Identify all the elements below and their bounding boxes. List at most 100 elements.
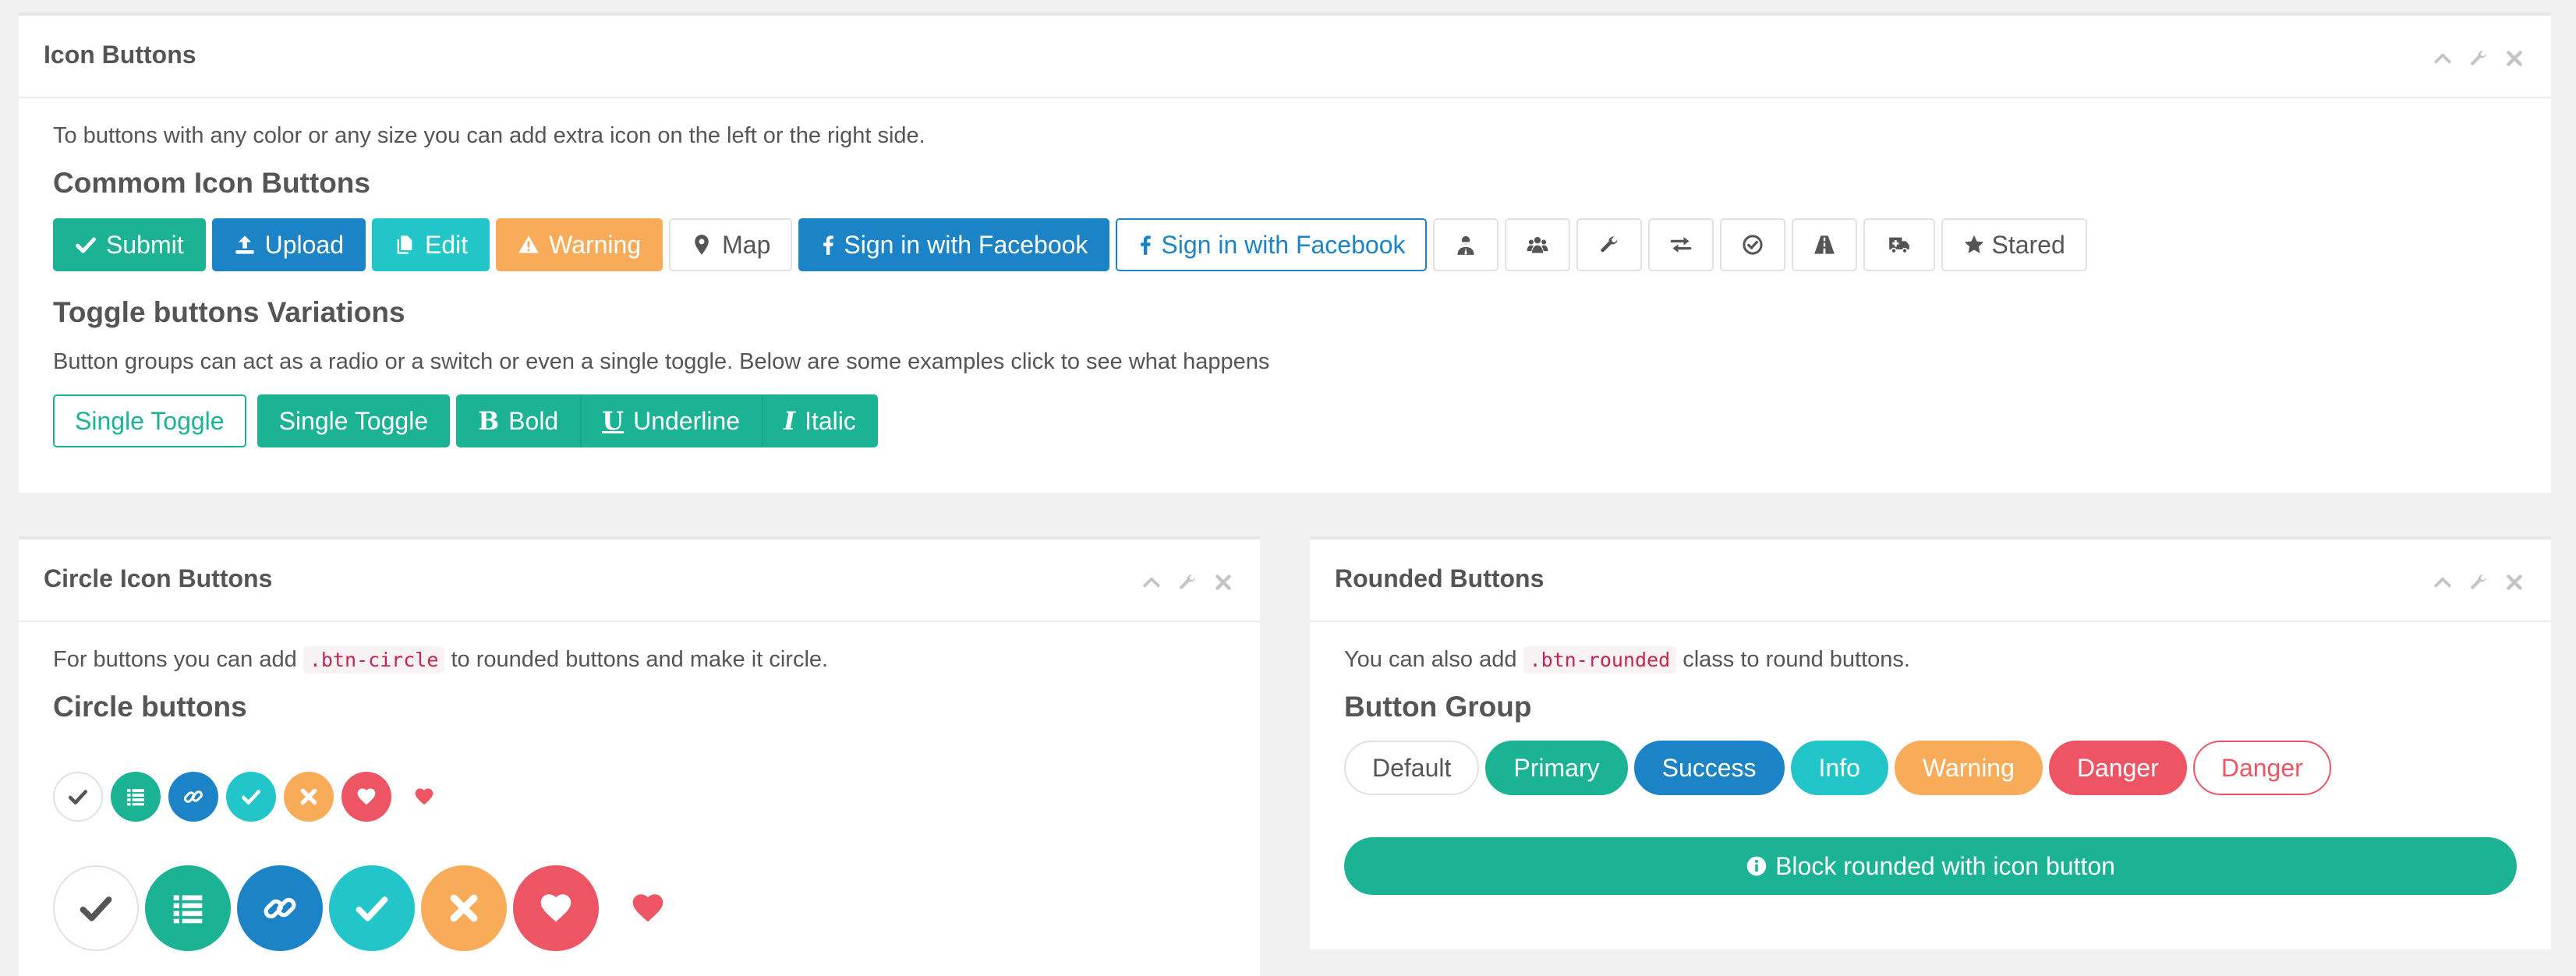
check-icon (241, 787, 261, 807)
panel-title: Circle Icon Buttons (44, 564, 273, 592)
circle-check-info-button[interactable] (226, 772, 276, 822)
warning-button[interactable]: Warning (496, 218, 663, 271)
collapse-chevron-up-icon[interactable] (2431, 47, 2454, 70)
stared-label: Stared (1991, 230, 2065, 259)
collapse-chevron-up-icon[interactable] (2431, 571, 2454, 594)
wrench-icon (1598, 234, 1620, 256)
icon-buttons-row: Submit Upload Edit Warning Map Sign in w… (53, 218, 2517, 271)
collapse-chevron-up-icon[interactable] (1140, 571, 1163, 594)
close-icon[interactable] (1212, 571, 1235, 594)
rounded-buttons-panel: Rounded Buttons You can also add .btn-ro… (1310, 536, 2551, 949)
circle-heart-button-large[interactable] (513, 865, 599, 951)
close-icon[interactable] (2503, 47, 2526, 70)
check-circle-button[interactable] (1720, 218, 1786, 271)
circle-heart-outline-button[interactable] (399, 772, 449, 822)
small-circle-buttons-row (53, 772, 1226, 822)
desc-before: For buttons you can add (53, 647, 297, 672)
single-toggle-label: Single Toggle (75, 406, 225, 435)
block-rounded-icon-button[interactable]: Block rounded with icon button (1344, 837, 2517, 895)
circle-check-info-button-large[interactable] (329, 865, 415, 951)
times-icon (299, 787, 319, 807)
panel-header: Circle Icon Buttons (19, 539, 1260, 622)
default-rounded-button[interactable]: Default (1344, 741, 1480, 795)
italic-button[interactable]: I Italic (762, 394, 878, 447)
circle-link-button[interactable] (168, 772, 218, 822)
upload-label: Upload (264, 230, 344, 259)
copy-icon (394, 234, 416, 256)
submit-button[interactable]: Submit (53, 218, 206, 271)
exchange-button[interactable] (1648, 218, 1714, 271)
user-secret-button[interactable] (1433, 218, 1499, 271)
panel-title: Icon Buttons (44, 41, 196, 69)
settings-wrench-icon[interactable] (2467, 47, 2490, 70)
common-icon-buttons-heading: Commom Icon Buttons (53, 167, 370, 199)
info-rounded-button[interactable]: Info (1790, 741, 1888, 795)
map-marker-icon (691, 234, 713, 256)
ambulance-icon (1888, 234, 1910, 256)
description: You can also add .btn-rounded class to r… (1344, 646, 2517, 674)
circle-icon-buttons-panel: Circle Icon Buttons For buttons you can … (19, 536, 1260, 976)
map-button[interactable]: Map (669, 218, 793, 271)
submit-label: Submit (106, 230, 184, 259)
toggle-buttons-row: Single Toggle Single Toggle B Bold U Under… (53, 394, 2517, 447)
circle-heart-outline-button-large[interactable] (605, 865, 691, 951)
underline-button[interactable]: U Underline (580, 394, 763, 447)
danger-rounded-button[interactable]: Danger (2048, 741, 2187, 795)
edit-label: Edit (425, 230, 469, 259)
settings-wrench-icon[interactable] (2467, 571, 2490, 594)
circle-list-button-large[interactable] (145, 865, 231, 951)
panel-tools (2431, 571, 2526, 594)
circle-times-button[interactable] (284, 772, 334, 822)
users-button[interactable] (1505, 218, 1571, 271)
circle-times-button-large[interactable] (421, 865, 507, 951)
facebook-label: Sign in with Facebook (844, 230, 1088, 259)
check-icon (355, 891, 389, 925)
settings-wrench-icon[interactable] (1176, 571, 1199, 594)
facebook-icon (817, 234, 839, 256)
warning-icon (518, 234, 540, 256)
ambulance-button[interactable] (1863, 218, 1936, 271)
map-label: Map (722, 230, 771, 259)
desc-after: class to round buttons. (1683, 647, 1910, 672)
facebook-signin-outline-button[interactable]: Sign in with Facebook (1116, 218, 1428, 271)
stared-button[interactable]: Stared (1941, 218, 2087, 271)
success-label: Success (1661, 753, 1757, 782)
single-toggle-label: Single Toggle (278, 406, 429, 435)
edit-button[interactable]: Edit (372, 218, 490, 271)
desc-before: You can also add (1344, 647, 1517, 672)
panel-title: Rounded Buttons (1335, 564, 1545, 592)
rounded-buttons-row: Default Primary Success Info Warning Dan… (1344, 741, 2517, 795)
italic-label: Italic (805, 406, 856, 435)
check-circle-icon (1742, 234, 1764, 256)
bold-icon: B (478, 406, 500, 436)
circle-heart-button[interactable] (341, 772, 391, 822)
star-icon (1963, 234, 1985, 256)
success-rounded-button[interactable]: Success (1633, 741, 1785, 795)
times-icon (447, 891, 481, 925)
list-icon (171, 891, 205, 925)
close-icon[interactable] (2503, 571, 2526, 594)
facebook-icon (1134, 234, 1156, 256)
facebook-signin-button[interactable]: Sign in with Facebook (798, 218, 1110, 271)
btn-circle-code: .btn-circle (303, 646, 445, 674)
circle-link-button-large[interactable] (237, 865, 323, 951)
upload-button[interactable]: Upload (211, 218, 366, 271)
italic-icon: I (784, 406, 796, 436)
wrench-button[interactable] (1576, 218, 1643, 271)
danger-outline-rounded-button[interactable]: Danger (2192, 741, 2331, 795)
circle-check-button-large[interactable] (53, 865, 139, 951)
circle-check-button[interactable] (53, 772, 103, 822)
single-toggle-outline-button[interactable]: Single Toggle (53, 394, 246, 447)
panel-header: Icon Buttons (19, 16, 2551, 98)
road-icon (1813, 234, 1835, 256)
icon-buttons-panel: Icon Buttons To buttons with any color o… (19, 12, 2551, 493)
panel-body: To buttons with any color or any size yo… (53, 123, 2517, 149)
bold-button[interactable]: B Bold (456, 394, 581, 447)
single-toggle-button[interactable]: Single Toggle (257, 394, 451, 447)
warning-rounded-button[interactable]: Warning (1894, 741, 2043, 795)
primary-rounded-button[interactable]: Primary (1485, 741, 1628, 795)
road-button[interactable] (1792, 218, 1858, 271)
heart-icon (414, 787, 434, 807)
circle-list-button[interactable] (111, 772, 161, 822)
list-icon (126, 787, 146, 807)
